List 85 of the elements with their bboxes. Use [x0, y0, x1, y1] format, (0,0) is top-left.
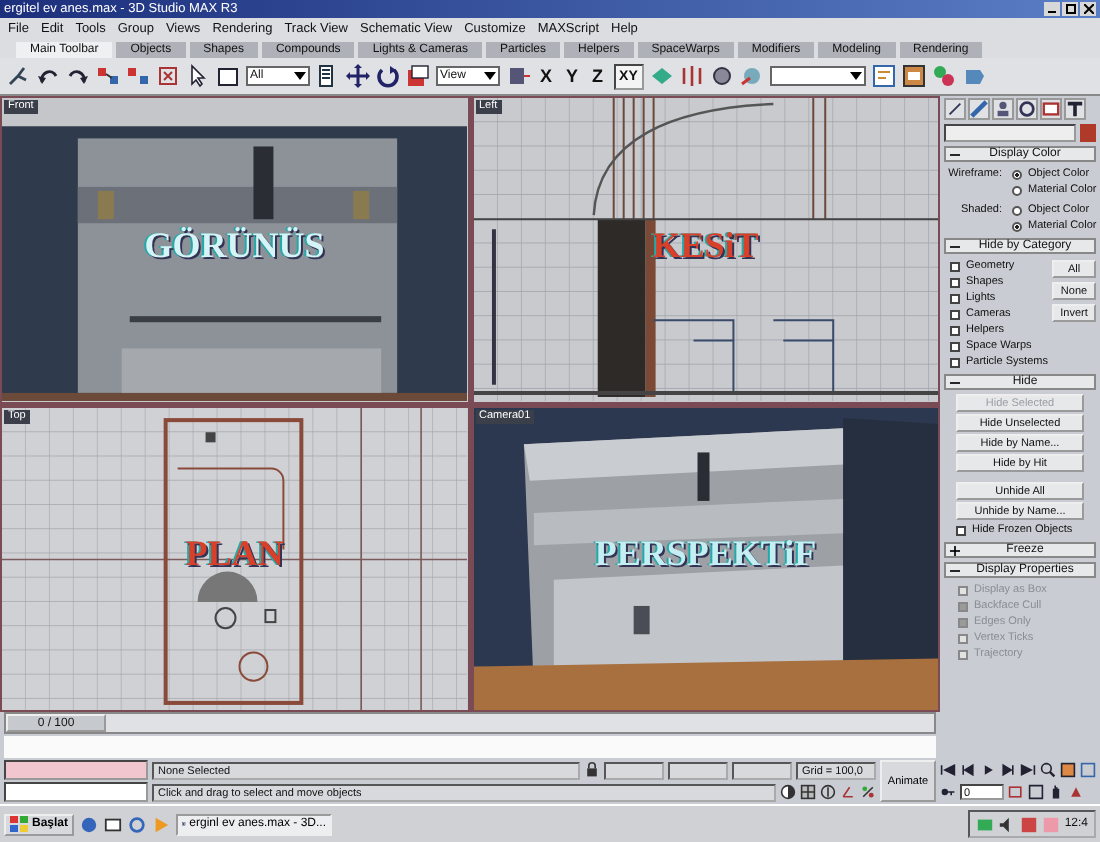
- utilities-icon[interactable]: [1064, 98, 1086, 120]
- unlink-icon[interactable]: [126, 64, 150, 88]
- zoom-icon[interactable]: [1040, 762, 1056, 778]
- maximize-icon: [1065, 4, 1075, 14]
- checkbox[interactable]: [950, 277, 960, 287]
- field-of-view-icon[interactable]: [1028, 784, 1044, 800]
- motion-icon[interactable]: [1016, 98, 1038, 120]
- zoom-all-icon[interactable]: [1060, 762, 1076, 778]
- axis-constraint-button[interactable]: X: [536, 63, 557, 89]
- name-field[interactable]: [944, 124, 1076, 142]
- pointer-icon[interactable]: [186, 64, 210, 88]
- rectangle-select-icon[interactable]: [216, 64, 240, 88]
- render-icon[interactable]: [961, 64, 986, 88]
- collapse-icon: [950, 565, 960, 575]
- axis-constraint-button[interactable]: Y: [562, 63, 583, 89]
- minimize-button[interactable]: [1044, 2, 1060, 16]
- select-link-icon[interactable]: [6, 64, 30, 88]
- material-editor-icon[interactable]: [931, 64, 956, 88]
- named-selection-dropdown[interactable]: [769, 66, 866, 86]
- collapse-icon: [950, 241, 960, 251]
- browser-icon[interactable]: [80, 815, 99, 833]
- link-icon[interactable]: [96, 64, 120, 88]
- display-icon[interactable]: [1040, 98, 1062, 120]
- close-icon: [1083, 4, 1093, 14]
- radio-button[interactable]: [1012, 205, 1022, 215]
- angle-snap-icon[interactable]: [840, 784, 856, 800]
- mirror-icon[interactable]: [679, 64, 704, 88]
- lock-icon[interactable]: [584, 762, 600, 778]
- play-icon[interactable]: [980, 762, 996, 778]
- caret-icon: [484, 70, 496, 82]
- pivot-icon[interactable]: [506, 64, 530, 88]
- snap-icon[interactable]: [820, 784, 836, 800]
- go-to-start-icon[interactable]: [940, 762, 956, 778]
- grid-icon[interactable]: [800, 784, 816, 800]
- rotate-icon[interactable]: [376, 64, 400, 88]
- checkbox[interactable]: [950, 357, 960, 367]
- close-button[interactable]: [1080, 2, 1096, 16]
- coordinate-field[interactable]: [668, 761, 728, 779]
- caret-icon: [294, 70, 306, 82]
- collapse-icon: [950, 377, 960, 387]
- checkbox[interactable]: [950, 261, 960, 271]
- color-swatch[interactable]: [1080, 124, 1096, 142]
- collapse-icon: [950, 149, 960, 159]
- caret-icon: [849, 70, 862, 82]
- checkbox[interactable]: [950, 293, 960, 303]
- channel-icon[interactable]: [128, 815, 147, 833]
- script-output-field[interactable]: [4, 782, 148, 802]
- scale-icon[interactable]: [406, 64, 430, 88]
- script-listener-field[interactable]: [4, 760, 148, 780]
- schematic-icon[interactable]: [901, 64, 926, 88]
- coordinate-field[interactable]: [604, 761, 664, 779]
- radio-button[interactable]: [1012, 185, 1022, 195]
- desktop-icon[interactable]: [104, 815, 123, 833]
- move-icon[interactable]: [346, 64, 370, 88]
- bind-icon[interactable]: [156, 64, 180, 88]
- redo-icon[interactable]: [66, 64, 90, 88]
- coordinate-field[interactable]: [732, 761, 792, 779]
- windows-logo-icon: [10, 816, 28, 832]
- pan-icon[interactable]: [1048, 784, 1064, 800]
- zoom-extents-icon[interactable]: [1080, 762, 1096, 778]
- track-bar[interactable]: [4, 736, 936, 758]
- next-frame-icon[interactable]: [1000, 762, 1016, 778]
- create-icon[interactable]: [944, 98, 966, 120]
- maximize-button[interactable]: [1062, 2, 1078, 16]
- radio-button[interactable]: [1012, 221, 1022, 231]
- checkbox[interactable]: [950, 341, 960, 351]
- caption: PERSPEKTiF: [594, 533, 817, 576]
- caption: GÖRÜNÜS: [144, 224, 325, 267]
- half-circle-icon[interactable]: [780, 784, 796, 800]
- radio-button[interactable]: [1012, 169, 1022, 179]
- checkbox[interactable]: [950, 325, 960, 335]
- undo-icon[interactable]: [36, 64, 60, 88]
- region-zoom-icon[interactable]: [1008, 784, 1024, 800]
- go-to-end-icon[interactable]: [1020, 762, 1036, 778]
- checkbox[interactable]: [950, 309, 960, 319]
- hierarchy-icon[interactable]: [992, 98, 1014, 120]
- expand-icon: [950, 545, 960, 555]
- percent-snap-icon[interactable]: [860, 784, 876, 800]
- modify-icon[interactable]: [968, 98, 990, 120]
- checkbox[interactable]: [956, 525, 966, 535]
- axis-constraint-button[interactable]: Z: [588, 63, 608, 89]
- previous-frame-icon[interactable]: [960, 762, 976, 778]
- arc-rotate-icon[interactable]: [1068, 784, 1084, 800]
- key-icon[interactable]: [940, 784, 956, 800]
- track-view-icon[interactable]: [871, 64, 896, 88]
